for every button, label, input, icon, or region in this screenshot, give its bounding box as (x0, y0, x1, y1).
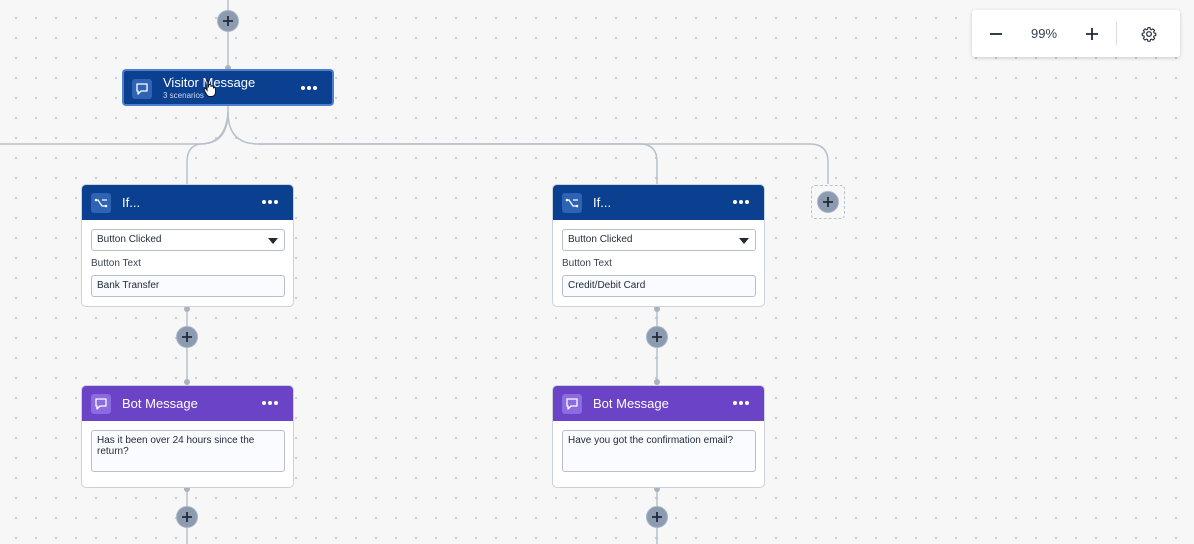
settings-button[interactable] (1137, 22, 1161, 46)
minus-icon (990, 33, 1002, 35)
bot-message-header: Bot Message (553, 386, 764, 421)
branch-icon (91, 192, 111, 213)
node-title: If... (593, 195, 612, 210)
plus-icon (182, 332, 192, 342)
add-step-button[interactable] (646, 506, 668, 528)
bot-message-node[interactable]: Bot Message Have you got the confirmatio… (552, 385, 765, 488)
zoom-out-button[interactable] (984, 22, 1008, 46)
plus-icon (1086, 28, 1098, 40)
plus-icon (652, 332, 662, 342)
more-options-button[interactable] (259, 394, 281, 412)
button-text-input[interactable]: Bank Transfer (91, 275, 285, 297)
add-step-button[interactable] (217, 10, 239, 32)
add-branch-button[interactable] (817, 191, 839, 213)
more-icon (733, 200, 749, 204)
field-label: Button Text (562, 258, 612, 269)
add-step-button[interactable] (176, 326, 198, 348)
visitor-message-node[interactable]: Visitor Message 3 scenarios (122, 69, 334, 106)
bot-message-header: Bot Message (82, 386, 293, 421)
cursor-hand-icon (203, 80, 216, 97)
chat-bubble-icon (91, 393, 111, 414)
condition-node[interactable]: If... Button Clicked Button Text Credit/… (552, 184, 765, 307)
more-options-button[interactable] (730, 394, 752, 412)
add-step-button[interactable] (176, 506, 198, 528)
bot-message-text[interactable]: Have you got the confirmation email? (562, 430, 756, 472)
gear-icon (1141, 27, 1157, 42)
more-options-button[interactable] (259, 193, 281, 211)
node-title: If... (122, 195, 141, 210)
chat-bubble-icon (132, 79, 152, 99)
select-value: Button Clicked (97, 234, 162, 245)
node-subtitle: 3 scenarios (163, 91, 204, 100)
chat-bubble-icon (562, 393, 582, 414)
branch-icon (562, 192, 582, 213)
condition-node-header: If... (82, 185, 293, 220)
condition-node[interactable]: If... Button Clicked Button Text Bank Tr… (81, 184, 294, 307)
condition-type-select[interactable]: Button Clicked (91, 229, 285, 251)
condition-node-header: If... (553, 185, 764, 220)
field-label: Button Text (91, 258, 141, 269)
chevron-down-icon (739, 238, 749, 244)
plus-icon (823, 197, 833, 207)
bot-message-node[interactable]: Bot Message Has it been over 24 hours si… (81, 385, 294, 488)
more-icon (262, 200, 278, 204)
more-icon (733, 401, 749, 405)
more-icon (301, 86, 317, 90)
zoom-in-button[interactable] (1080, 22, 1104, 46)
more-options-button[interactable] (298, 79, 320, 97)
plus-icon (652, 512, 662, 522)
node-title: Bot Message (593, 396, 669, 411)
condition-type-select[interactable]: Button Clicked (562, 229, 756, 251)
divider (1116, 22, 1117, 45)
zoom-controls: 99% (972, 10, 1180, 57)
add-branch-placeholder[interactable] (811, 185, 845, 219)
zoom-level: 99% (1030, 26, 1058, 41)
button-text-input[interactable]: Credit/Debit Card (562, 275, 756, 297)
more-icon (262, 401, 278, 405)
more-options-button[interactable] (730, 193, 752, 211)
chevron-down-icon (268, 238, 278, 244)
plus-icon (223, 16, 233, 26)
bot-message-text[interactable]: Has it been over 24 hours since the retu… (91, 430, 285, 472)
add-step-button[interactable] (646, 326, 668, 348)
select-value: Button Clicked (568, 234, 633, 245)
plus-icon (182, 512, 192, 522)
node-title: Bot Message (122, 396, 198, 411)
